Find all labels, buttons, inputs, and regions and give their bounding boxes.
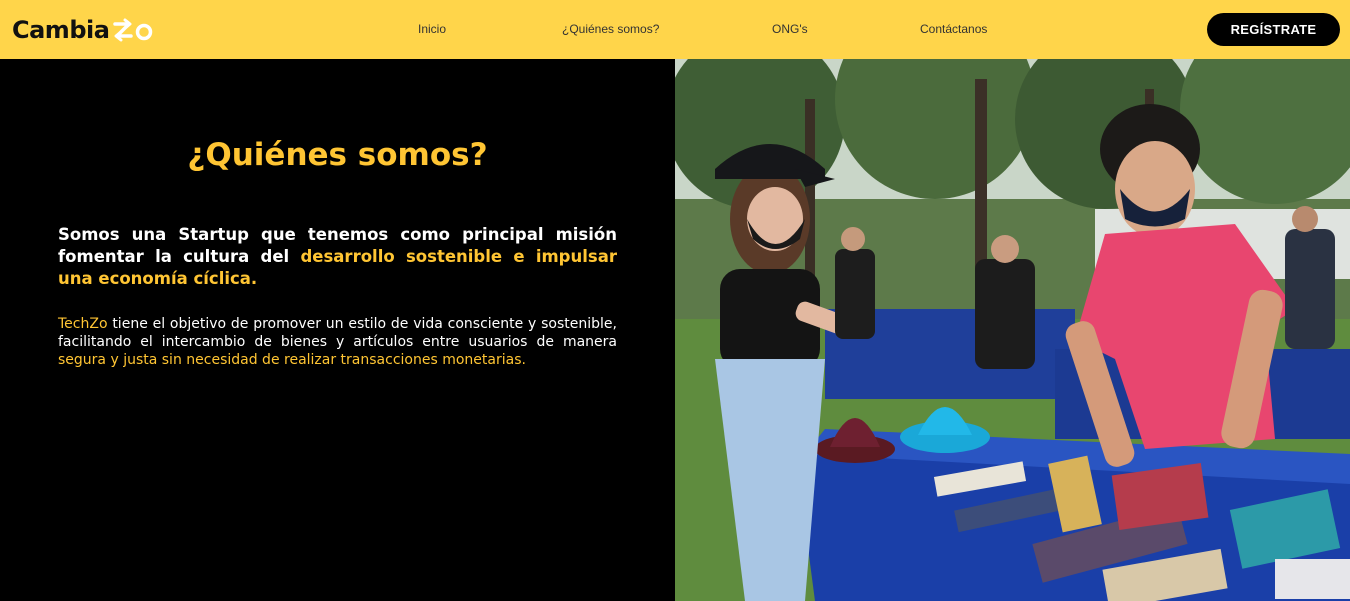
description-highlight: segura y justa sin necesidad de realizar… xyxy=(58,352,526,368)
description-text: tiene el objetivo de promover un estilo … xyxy=(58,316,617,350)
logo-text: Cambia xyxy=(12,16,110,44)
register-button[interactable]: REGÍSTRATE xyxy=(1207,13,1340,46)
swap-arrows-zo-icon xyxy=(113,18,153,42)
book-exchange-photo xyxy=(675,59,1350,601)
about-section: ¿Quiénes somos? Somos una Startup que te… xyxy=(0,59,675,601)
brand-name: TechZo xyxy=(58,316,108,332)
nav-inicio[interactable]: Inicio xyxy=(418,22,446,36)
nav-quienes-somos[interactable]: ¿Quiénes somos? xyxy=(562,22,659,36)
page-title: ¿Quiénes somos? xyxy=(187,137,488,173)
photo-illustration xyxy=(675,59,1350,601)
mission-statement: Somos una Startup que tenemos como princ… xyxy=(58,224,617,290)
nav-contactanos[interactable]: Contáctanos xyxy=(920,22,987,36)
brand-logo[interactable]: Cambia xyxy=(12,14,155,46)
nav-ongs[interactable]: ONG's xyxy=(772,22,808,36)
description-paragraph: TechZo tiene el objetivo de promover un … xyxy=(58,315,617,369)
top-navbar: Cambia Inicio ¿Quiénes somos? ONG's Cont… xyxy=(0,0,1350,59)
